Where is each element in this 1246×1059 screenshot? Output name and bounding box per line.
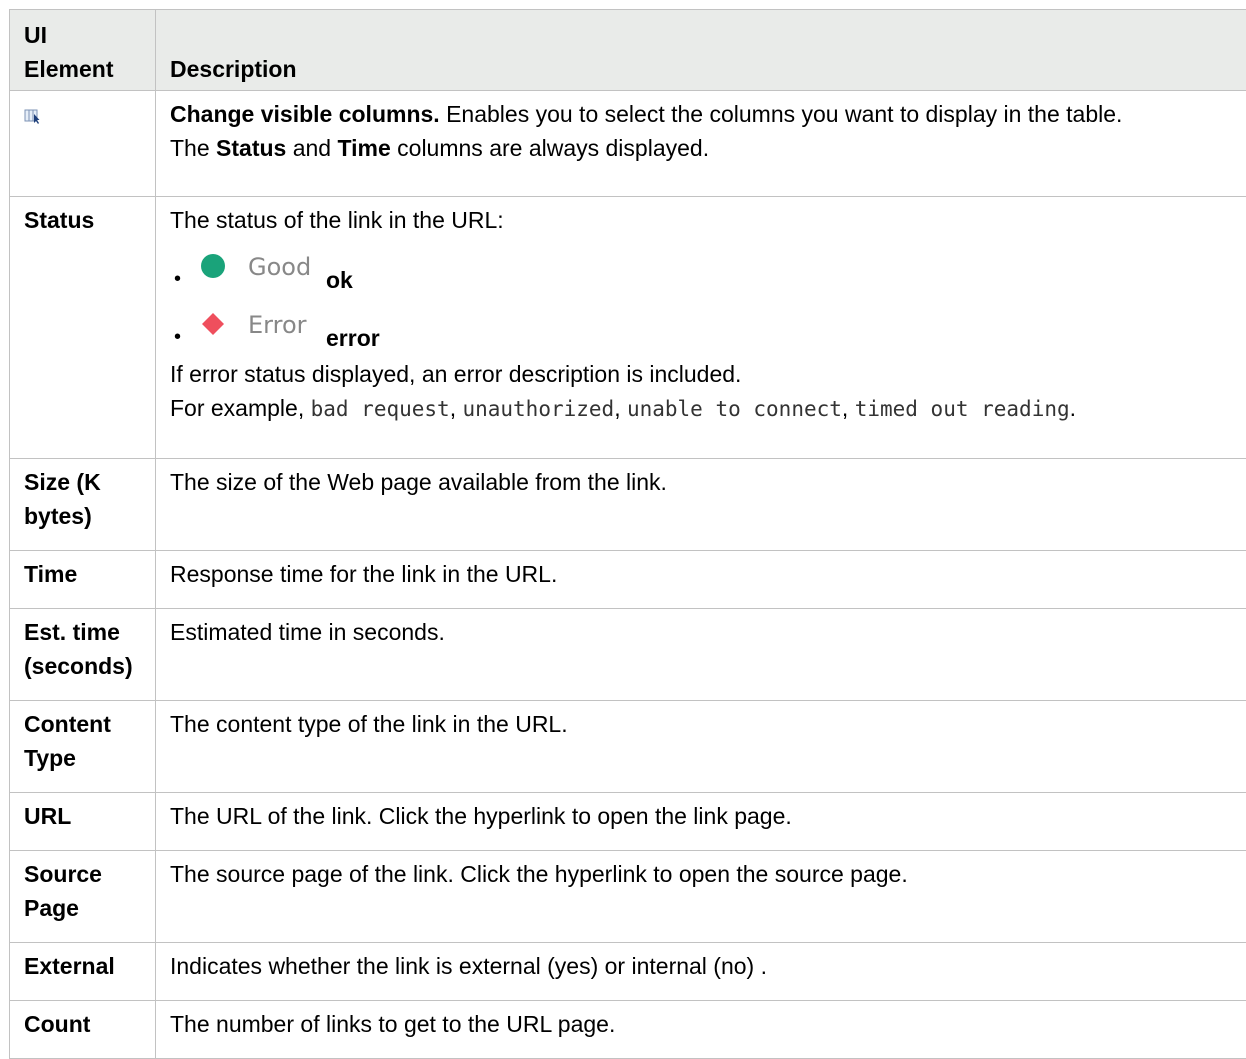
header-description: Description [156, 10, 1246, 91]
columns-note-time: Time [337, 135, 390, 161]
columns-note-pre: The [170, 135, 216, 161]
element-est-time: Est. time (seconds) [10, 609, 156, 701]
element-url: URL [10, 793, 156, 851]
status-examples: For example, bad request, unauthorized, … [170, 391, 1235, 426]
size-description: The size of the Web page available from … [156, 459, 1246, 551]
est-time-description: Estimated time in seconds. [156, 609, 1246, 701]
table-row: URL The URL of the link. Click the hyper… [10, 793, 1246, 851]
example-unable-to-connect: unable to connect [627, 397, 842, 421]
table-row: Size (K bytes) The size of the Web page … [10, 459, 1246, 551]
examples-end: . [1070, 395, 1076, 421]
bullet: • [174, 327, 181, 347]
table-row: Time Response time for the link in the U… [10, 551, 1246, 609]
element-count: Count [10, 1001, 156, 1059]
status-list: • Good ok • [170, 247, 1235, 363]
error-status-chip: Error [200, 305, 326, 349]
status-intro: The status of the link in the URL: [170, 203, 1235, 237]
external-description: Indicates whether the link is external (… [156, 943, 1246, 1001]
table-row: Source Page The source page of the link.… [10, 851, 1246, 943]
columns-note-mid: and [286, 135, 337, 161]
status-item-error: • Error error [170, 305, 1235, 363]
change-visible-columns-icon[interactable] [24, 99, 40, 115]
example-bad-request: bad request [311, 397, 450, 421]
element-size: Size (K bytes) [10, 459, 156, 551]
good-chip-label: Good [248, 251, 311, 283]
columns-text: Enables you to select the columns you wa… [440, 101, 1123, 127]
examples-sep: , [842, 395, 855, 421]
examples-pre: For example, [170, 395, 311, 421]
element-source-page: Source Page [10, 851, 156, 943]
time-description: Response time for the link in the URL. [156, 551, 1246, 609]
good-status-chip: Good [200, 247, 326, 291]
table-header-row: UI Element Description [10, 10, 1246, 91]
status-item-good: • Good ok [170, 247, 1235, 305]
element-status: Status [10, 197, 156, 459]
good-circle-icon [200, 253, 226, 279]
content-type-description: The content type of the link in the URL. [156, 701, 1246, 793]
element-time: Time [10, 551, 156, 609]
table-row: Status The status of the link in the URL… [10, 197, 1246, 459]
element-external: External [10, 943, 156, 1001]
table-row: Content Type The content type of the lin… [10, 701, 1246, 793]
table-row: Est. time (seconds) Estimated time in se… [10, 609, 1246, 701]
columns-title: Change visible columns. [170, 101, 440, 127]
source-page-description: The source page of the link. Click the h… [156, 851, 1246, 943]
good-status-word: ok [326, 247, 353, 297]
error-status-word: error [326, 305, 380, 355]
element-content-type: Content Type [10, 701, 156, 793]
columns-icon-cell [10, 91, 156, 197]
columns-note-post: columns are always displayed. [391, 135, 709, 161]
header-ui-element: UI Element [10, 10, 156, 91]
columns-icon-description: Change visible columns. Enables you to s… [156, 91, 1246, 197]
example-timed-out-reading: timed out reading [855, 397, 1070, 421]
url-description: The URL of the link. Click the hyperlink… [156, 793, 1246, 851]
bullet: • [174, 269, 181, 289]
example-unauthorized: unauthorized [462, 397, 614, 421]
error-chip-label: Error [248, 309, 307, 341]
table-row: External Indicates whether the link is e… [10, 943, 1246, 1001]
status-description: The status of the link in the URL: • Goo… [156, 197, 1246, 459]
ui-elements-table: UI Element Description Change visible co… [9, 9, 1246, 1059]
columns-note-status: Status [216, 135, 286, 161]
count-description: The number of links to get to the URL pa… [156, 1001, 1246, 1059]
table-row: Change visible columns. Enables you to s… [10, 91, 1246, 197]
examples-sep: , [450, 395, 463, 421]
examples-sep: , [614, 395, 627, 421]
table-row: Count The number of links to get to the … [10, 1001, 1246, 1059]
error-diamond-icon [200, 311, 226, 337]
